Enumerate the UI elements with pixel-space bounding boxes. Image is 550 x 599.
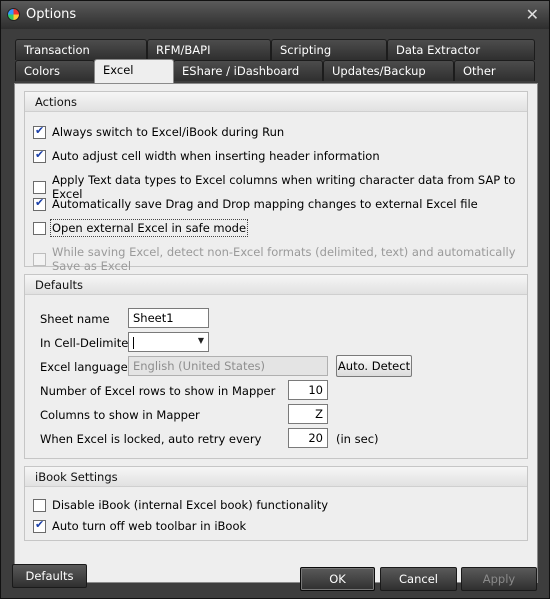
dialog-body: Transaction RFM/BAPI Scripting Data Extr…: [2, 30, 548, 598]
apply-button[interactable]: Apply: [461, 567, 537, 591]
actions-header: Actions: [25, 92, 527, 112]
checkbox[interactable]: [33, 518, 46, 533]
action-option-1[interactable]: Always switch to Excel/iBook during Run: [33, 124, 285, 139]
action-option-5[interactable]: Open external Excel in safe mode: [33, 219, 249, 237]
tab-updates-backup[interactable]: Updates/Backup: [323, 60, 454, 81]
language-label: Excel language: [40, 360, 128, 374]
rows-label: Number of Excel rows to show in Mapper: [40, 384, 276, 398]
action-option-6: While saving Excel, detect non-Excel for…: [33, 245, 527, 273]
delimiter-label: In Cell-Delimiter: [40, 336, 134, 350]
title-bar[interactable]: Options ✕: [1, 1, 549, 29]
tab-data-extractor[interactable]: Data Extractor: [387, 39, 535, 60]
checkbox-label: Open external Excel in safe mode: [49, 219, 249, 237]
checkbox: [33, 252, 46, 266]
checkbox[interactable]: [33, 180, 46, 194]
tab-excel[interactable]: Excel: [94, 59, 174, 83]
options-window: Options ✕ Transaction RFM/BAPI Scripting…: [0, 0, 550, 599]
sheet-name-input[interactable]: Sheet1: [128, 308, 209, 328]
checkbox-label: Automatically save Drag and Drop mapping…: [52, 197, 478, 211]
window-title: Options: [26, 7, 77, 22]
checkbox-label: Disable iBook (internal Excel book) func…: [52, 498, 329, 512]
defaults-button[interactable]: Defaults: [12, 564, 87, 588]
excel-tab-page: Actions Always switch to Excel/iBook dur…: [14, 83, 538, 583]
delimiter-combo[interactable]: ▼: [128, 332, 209, 352]
tab-colors[interactable]: Colors: [15, 60, 95, 81]
defaults-header: Defaults: [25, 275, 527, 295]
retry-label: When Excel is locked, auto retry every: [40, 432, 262, 446]
auto-detect-button[interactable]: Auto. Detect: [336, 355, 412, 377]
ibook-option-2[interactable]: Auto turn off web toolbar in iBook: [33, 518, 247, 533]
checkbox-label: Always switch to Excel/iBook during Run: [52, 125, 285, 139]
checkbox[interactable]: [33, 196, 46, 211]
chevron-down-icon[interactable]: ▼: [198, 336, 204, 345]
action-option-4[interactable]: Automatically save Drag and Drop mapping…: [33, 196, 478, 211]
rows-input[interactable]: 10: [288, 380, 328, 400]
checkbox[interactable]: [33, 221, 46, 235]
cancel-button[interactable]: Cancel: [380, 567, 457, 591]
tab-other[interactable]: Other: [454, 60, 535, 81]
defaults-group: Defaults Sheet name Sheet1 In Cell-Delim…: [24, 274, 528, 459]
columns-input[interactable]: Z: [288, 404, 328, 424]
checkbox[interactable]: [33, 124, 46, 139]
ibook-option-1[interactable]: Disable iBook (internal Excel book) func…: [33, 498, 328, 512]
action-option-2[interactable]: Auto adjust cell width when inserting he…: [33, 148, 380, 163]
checkbox-label: Auto adjust cell width when inserting he…: [52, 149, 380, 163]
ok-button[interactable]: OK: [300, 567, 375, 591]
text-caret: [133, 336, 134, 349]
actions-group: Actions Always switch to Excel/iBook dur…: [24, 91, 528, 273]
checkbox-label: While saving Excel, detect non-Excel for…: [52, 245, 516, 273]
retry-unit: (in sec): [336, 432, 379, 446]
sheet-name-label: Sheet name: [40, 312, 110, 326]
tab-eshare-idashboard[interactable]: EShare / iDashboard: [173, 60, 323, 81]
checkbox[interactable]: [33, 148, 46, 163]
checkbox[interactable]: [33, 498, 46, 512]
language-input: English (United States): [128, 356, 328, 376]
close-icon[interactable]: ✕: [526, 5, 539, 24]
tab-rfm-bapi[interactable]: RFM/BAPI: [147, 39, 271, 60]
retry-input[interactable]: 20: [288, 428, 328, 448]
app-icon: [7, 8, 20, 21]
ibook-settings-header: iBook Settings: [25, 467, 527, 487]
ibook-settings-group: iBook Settings Disable iBook (internal E…: [24, 466, 528, 541]
tab-transaction[interactable]: Transaction: [15, 39, 147, 60]
checkbox-label: Auto turn off web toolbar in iBook: [52, 519, 247, 533]
columns-label: Columns to show in Mapper: [40, 408, 200, 422]
tab-scripting[interactable]: Scripting: [271, 39, 387, 60]
